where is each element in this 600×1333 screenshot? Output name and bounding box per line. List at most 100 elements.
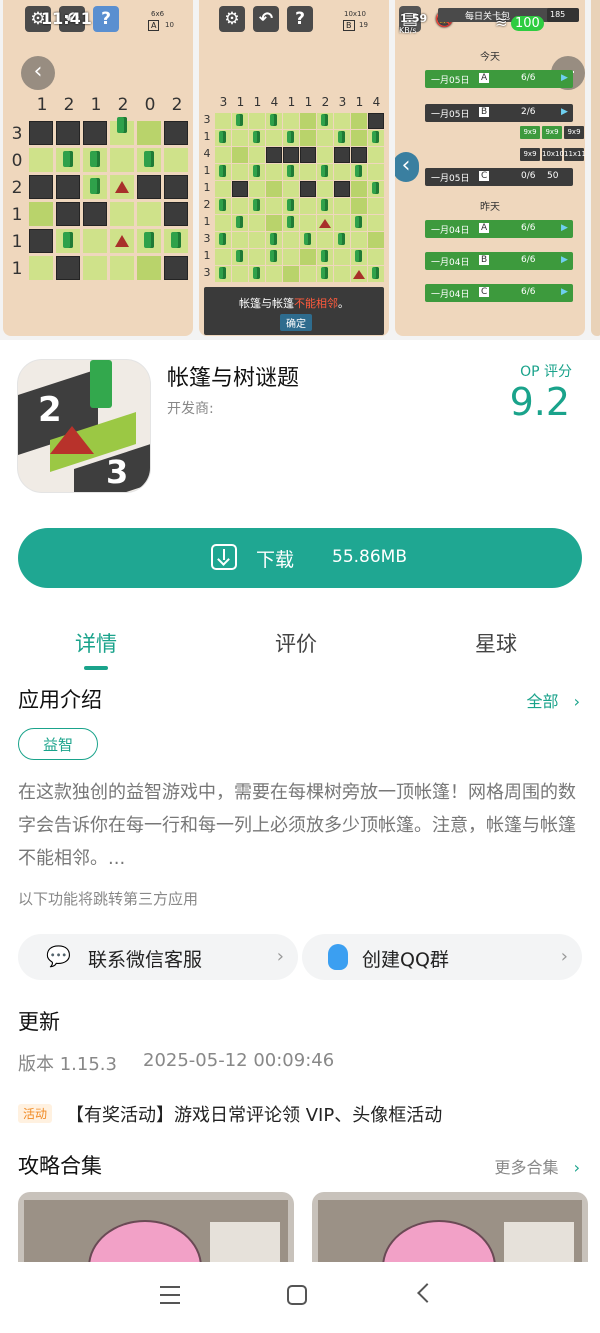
tent-icon xyxy=(115,235,129,247)
level-row[interactable]: 一月05日 C 0/6 50 xyxy=(425,168,573,186)
tree-icon xyxy=(90,151,100,167)
tree-icon xyxy=(253,267,260,279)
level-row[interactable]: 一月04日 C 6/6 ▶ xyxy=(425,284,573,302)
grid-cell xyxy=(283,113,299,129)
grid-cell xyxy=(249,215,265,231)
update-heading: 更新 xyxy=(18,1010,60,1034)
tree-icon xyxy=(372,182,379,194)
system-navigation-bar xyxy=(0,1262,600,1333)
column-clue: 4 xyxy=(270,95,279,109)
grid-cell xyxy=(215,249,231,265)
screenshot-1[interactable]: ⚙ ↶ ? 11:41 6x6 A 10 ‹ 121202 302111 xyxy=(3,0,193,336)
guide-card[interactable] xyxy=(18,1192,294,1272)
play-icon: ▶ xyxy=(561,223,568,233)
chevron-right-icon: › xyxy=(573,692,580,711)
dialog-confirm-button[interactable]: 确定 xyxy=(280,314,312,331)
wechat-service-button[interactable]: 💬 联系微信客服 › xyxy=(18,934,298,980)
guides-more-link[interactable]: 更多合集 › xyxy=(494,1154,580,1178)
create-qq-group-button[interactable]: 创建QQ群 › xyxy=(302,934,582,980)
level-date: 一月04日 xyxy=(431,258,470,268)
grid-cell xyxy=(351,198,367,214)
tent-icon xyxy=(353,270,365,279)
grid-cell xyxy=(368,232,384,248)
level-row[interactable]: 一月05日 B 2/6 ▶ xyxy=(425,104,573,122)
back-icon[interactable] xyxy=(417,1283,437,1303)
intro-more-link[interactable]: 全部 › xyxy=(526,688,580,712)
column-clue: 0 xyxy=(144,95,156,115)
tree-icon xyxy=(63,151,73,167)
tree-icon xyxy=(144,232,154,248)
grid-cell xyxy=(368,249,384,265)
grid-cell xyxy=(249,232,265,248)
level-score: 6/6 xyxy=(521,73,536,83)
activity-link[interactable]: 【有奖活动】游戏日常评论领 VIP、头像框活动 xyxy=(66,1101,442,1127)
tree-icon xyxy=(63,232,73,248)
grid-cell xyxy=(164,148,188,172)
chevron-right-icon: › xyxy=(560,946,568,967)
grid-cell xyxy=(368,198,384,214)
row-clue: 3 xyxy=(11,124,23,144)
level-grid: C xyxy=(479,171,490,181)
grid-cell xyxy=(215,113,231,129)
coin-count: 185 xyxy=(547,8,579,22)
grid-cell xyxy=(232,266,248,282)
level-row[interactable]: 一月04日 B 6/6 ▶ xyxy=(425,252,573,270)
grid-cell xyxy=(215,215,231,231)
grid-cell xyxy=(110,202,134,226)
download-button[interactable]: 下载 55.86MB xyxy=(18,528,582,588)
screenshot-carousel[interactable]: ⚙ ↶ ? 11:41 6x6 A 10 ‹ 121202 302111 ⚙ ↶… xyxy=(0,0,600,340)
category-tag[interactable]: 益智 xyxy=(18,728,98,760)
level-grid: B xyxy=(479,255,490,265)
hint-text: 帐篷与帐篷不能相邻。 xyxy=(239,297,349,310)
grid-cell xyxy=(351,147,367,163)
tree-icon xyxy=(171,232,181,248)
tree-icon xyxy=(253,131,260,143)
level-row[interactable]: 一月05日 A 6/6 ▶ xyxy=(425,70,573,88)
grid-cell xyxy=(137,256,161,280)
screenshot-4-peek[interactable] xyxy=(591,0,600,336)
row-clue: 1 xyxy=(11,259,23,279)
tree-icon xyxy=(338,233,345,245)
tree-icon xyxy=(372,131,379,143)
app-description[interactable]: 在这款独创的益智游戏中，需要在每棵树旁放一顶帐篷！网格周围的数字会告诉你在每一行… xyxy=(18,776,588,875)
grid-size: 6x6 xyxy=(151,10,165,18)
level-row[interactable]: 一月04日 A 6/6 ▶ xyxy=(425,220,573,238)
row-clue: 2 xyxy=(11,178,23,198)
tab-reviews[interactable]: 评价 xyxy=(275,628,317,658)
tree-icon xyxy=(372,267,379,279)
carousel-prev-button[interactable]: ‹ xyxy=(21,56,55,90)
grid-cell xyxy=(266,130,282,146)
level-coins: 50 xyxy=(547,171,559,181)
grid-cell xyxy=(300,181,316,197)
wifi-icon: ≋ xyxy=(495,13,508,31)
version-text: 版本 1.15.3 xyxy=(18,1054,117,1075)
tab-details[interactable]: 详情 xyxy=(75,628,117,658)
column-clue: 1 xyxy=(36,95,48,115)
tree-icon xyxy=(270,114,277,126)
grid-cell xyxy=(300,113,316,129)
grid-cell xyxy=(266,198,282,214)
tree-icon xyxy=(236,114,243,126)
tab-planet[interactable]: 星球 xyxy=(475,628,517,658)
tree-icon xyxy=(219,233,226,245)
guide-card[interactable] xyxy=(312,1192,588,1272)
grid-cell xyxy=(56,121,80,145)
guides-more-label: 更多合集 xyxy=(494,1158,559,1177)
tree-icon xyxy=(338,131,345,143)
screenshot-2[interactable]: ⚙ ↶ ? 10x10 B 19 3114112314 3141121313 帐… xyxy=(199,0,389,336)
tree-icon xyxy=(253,199,260,211)
home-icon[interactable] xyxy=(287,1285,307,1305)
grid-cell xyxy=(232,147,248,163)
grid-cell xyxy=(334,266,350,282)
wechat-service-label: 联系微信客服 xyxy=(88,949,203,971)
grid-cell xyxy=(164,121,188,145)
undo-icon: ↶ xyxy=(253,6,279,32)
screenshot-3[interactable]: ▤ 1.59 KB/s 🔕 每日关卡包 ≋ 100 185 ⋯ 今天 一月05日… xyxy=(395,0,585,336)
menu-icon[interactable] xyxy=(160,1286,180,1310)
carousel-next-button[interactable]: ‹ xyxy=(395,152,419,182)
grid-cell xyxy=(110,256,134,280)
grid-cell xyxy=(83,229,107,253)
tree-icon xyxy=(355,250,362,262)
grid-cell xyxy=(29,202,53,226)
level-score: 0/6 xyxy=(521,171,536,181)
